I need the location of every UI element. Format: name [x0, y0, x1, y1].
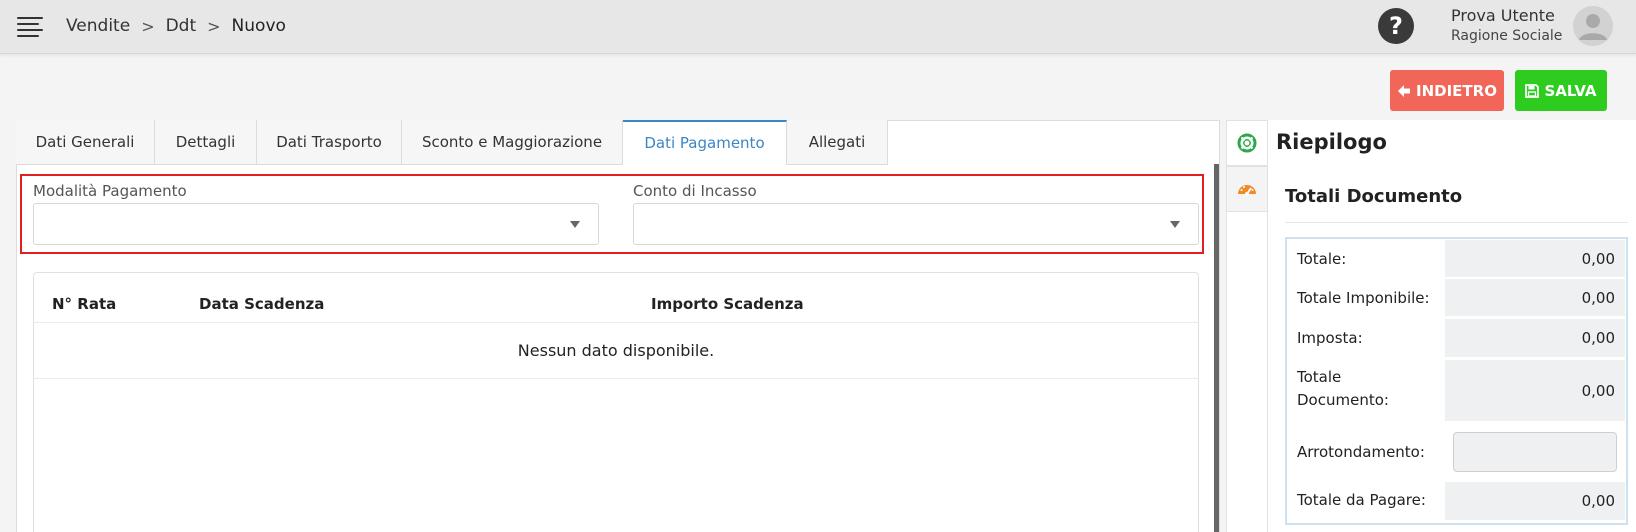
side-rail	[1226, 212, 1268, 532]
breadcrumb-vendite[interactable]: Vendite	[66, 16, 130, 36]
breadcrumb-ddt[interactable]: Ddt	[166, 16, 197, 36]
modalita-pagamento-label: Modalità Pagamento	[33, 182, 187, 200]
totale-da-pagare-label: Totale da Pagare:	[1297, 491, 1426, 509]
save-button[interactable]: SALVA	[1515, 70, 1607, 111]
lifebuoy-icon	[1237, 133, 1257, 153]
conto-incasso-label: Conto di Incasso	[633, 182, 757, 200]
side-tab-lifebuoy[interactable]	[1226, 120, 1268, 166]
imposta-value: 0,00	[1445, 319, 1625, 357]
totale-da-pagare-value: 0,00	[1445, 482, 1625, 520]
save-button-label: SALVA	[1544, 81, 1597, 100]
totale-documento-label: Totale Documento:	[1297, 368, 1389, 409]
menu-icon[interactable]	[17, 17, 43, 37]
installments-table: N° Rata Data Scadenza Importo Scadenza N…	[33, 272, 1199, 532]
avatar[interactable]	[1573, 6, 1613, 46]
tab-dati-pagamento[interactable]: Dati Pagamento	[623, 120, 787, 165]
arrotondamento-label: Arrotondamento:	[1297, 443, 1425, 461]
table-row-divider	[34, 378, 1198, 379]
conto-incasso-select[interactable]	[633, 203, 1199, 245]
top-bar: Vendite > Ddt > Nuovo ? Prova Utente Rag…	[0, 0, 1636, 54]
breadcrumb-separator: >	[141, 16, 155, 36]
back-button-label: INDIETRO	[1416, 81, 1497, 100]
empty-table-message: Nessun dato disponibile.	[517, 341, 715, 360]
tab-sconto-maggiorazione[interactable]: Sconto e Maggiorazione	[402, 120, 623, 165]
column-header-data-scadenza[interactable]: Data Scadenza	[199, 295, 324, 313]
arrow-left-icon	[1397, 84, 1411, 98]
totale-value: 0,00	[1445, 240, 1625, 277]
breadcrumb-current: Nuovo	[231, 16, 286, 36]
imposta-label: Imposta:	[1297, 329, 1363, 347]
summary-title: Riepilogo	[1276, 130, 1387, 154]
tab-dati-trasporto[interactable]: Dati Trasporto	[257, 120, 402, 165]
tab-bar: Dati Generali Dettagli Dati Trasporto Sc…	[16, 120, 888, 166]
arrotondamento-input[interactable]	[1453, 432, 1617, 472]
table-header-divider	[34, 322, 1198, 323]
user-company: Ragione Sociale	[1451, 28, 1563, 44]
column-header-n-rata[interactable]: N° Rata	[52, 295, 116, 313]
tab-dettagli[interactable]: Dettagli	[155, 120, 257, 165]
totale-imponibile-label: Totale Imponibile:	[1297, 289, 1430, 307]
user-name[interactable]: Prova Utente	[1451, 6, 1555, 25]
breadcrumb: Vendite > Ddt > Nuovo	[66, 16, 286, 36]
help-button[interactable]: ?	[1378, 8, 1414, 44]
modalita-pagamento-select[interactable]	[33, 203, 599, 245]
scrollbar[interactable]	[1214, 164, 1219, 532]
breadcrumb-separator: >	[207, 16, 221, 36]
back-button[interactable]: INDIETRO	[1390, 70, 1504, 111]
floppy-disk-icon	[1525, 83, 1540, 98]
dashboard-gauge-icon	[1238, 185, 1256, 196]
side-tab-dashboard[interactable]	[1226, 166, 1268, 212]
user-avatar-icon	[1573, 6, 1613, 46]
totale-imponibile-value: 0,00	[1445, 279, 1625, 316]
totali-documento-title: Totali Documento	[1285, 186, 1463, 207]
totale-documento-value: 0,00	[1445, 360, 1625, 421]
tab-allegati[interactable]: Allegati	[787, 120, 888, 165]
tab-dati-generali[interactable]: Dati Generali	[16, 120, 155, 165]
column-header-importo-scadenza[interactable]: Importo Scadenza	[651, 295, 804, 313]
section-divider	[1285, 222, 1628, 223]
caret-down-icon	[570, 221, 580, 228]
totale-label: Totale:	[1297, 250, 1347, 268]
caret-down-icon	[1170, 221, 1180, 228]
